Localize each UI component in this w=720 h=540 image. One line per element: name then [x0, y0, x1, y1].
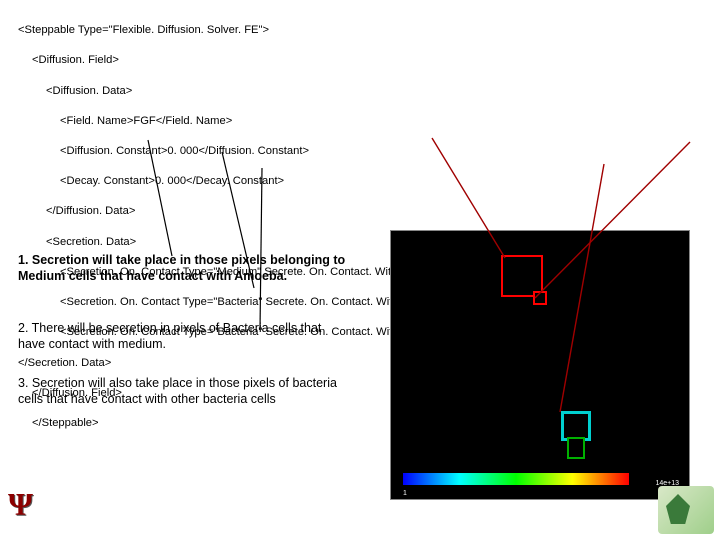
- code-line: <Diffusion. Field>: [18, 53, 615, 68]
- compucell3d-logo: [658, 486, 714, 534]
- explanation-3: 3. Secretion will also take place in tho…: [18, 375, 348, 408]
- amoeba-cell-small: [533, 291, 547, 305]
- simulation-viewport: 1 14e+13: [390, 230, 690, 500]
- code-line: <Diffusion. Data>: [18, 84, 615, 99]
- code-line: <Decay. Constant>0. 000</Decay. Constant…: [18, 174, 615, 189]
- bacteria-cell-2: [567, 437, 585, 459]
- code-line: <Steppable Type="Flexible. Diffusion. So…: [18, 23, 615, 38]
- iu-logo: Ψ: [8, 486, 48, 534]
- scale-min-label: 1: [403, 490, 407, 497]
- color-scale-bar: [403, 473, 629, 485]
- explanation-1: 1. Secretion will take place in those pi…: [18, 252, 348, 285]
- explanation-2: 2. There will be secretion in pixels of …: [18, 320, 348, 353]
- code-line: <Diffusion. Constant>0. 000</Diffusion. …: [18, 144, 615, 159]
- code-line: </Diffusion. Data>: [18, 204, 615, 219]
- code-line: <Field. Name>FGF</Field. Name>: [18, 114, 615, 129]
